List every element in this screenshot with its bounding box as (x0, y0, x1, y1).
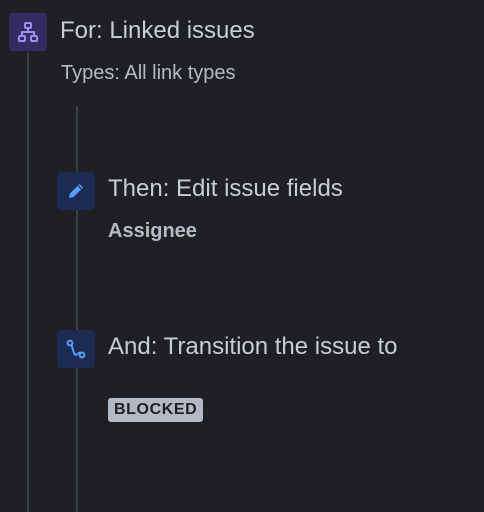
branch-connector-line (27, 52, 29, 512)
branch-title[interactable]: For: Linked issues (60, 15, 255, 47)
pencil-icon[interactable] (57, 172, 95, 210)
branch-icon[interactable] (9, 13, 47, 51)
branch-link-types: Types: All link types (61, 62, 236, 84)
edited-field-name: Assignee (108, 220, 197, 242)
workflow-transition-icon (66, 339, 86, 359)
automation-rule-canvas: For: Linked issues Types: All link types… (0, 0, 484, 512)
edit-action-title[interactable]: Then: Edit issue fields (108, 173, 343, 205)
action-connector-line (76, 106, 78, 512)
transition-icon[interactable] (57, 330, 95, 368)
transition-action-title[interactable]: And: Transition the issue to (108, 331, 408, 363)
status-lozenge: BLOCKED (108, 398, 204, 422)
hierarchy-icon (18, 22, 38, 42)
edit-icon (69, 184, 83, 198)
